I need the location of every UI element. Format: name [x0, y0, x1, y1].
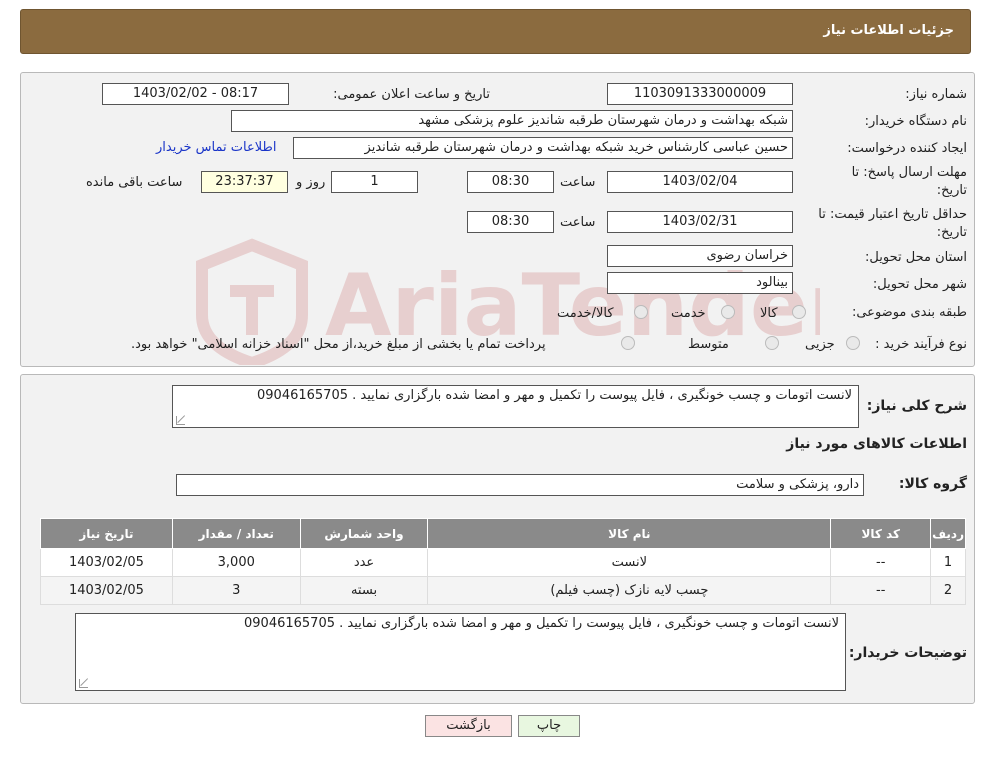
print-button[interactable]: چاپ: [518, 715, 580, 737]
buyer-org-label: نام دستگاه خریدار:: [864, 114, 967, 129]
resize-handle-icon[interactable]: [79, 679, 88, 688]
buyer-notes-textarea[interactable]: لانست اتومات و چسب خونگیری ، فایل پیوست …: [75, 613, 846, 691]
price-validity-date-label: تاریخ:: [936, 225, 967, 240]
purchase-process-label: نوع فرآیند خرید :: [875, 337, 967, 352]
category-service-label: خدمت: [671, 306, 706, 321]
cell-name: چسب لایه نازک (چسب فیلم): [427, 576, 832, 605]
goods-table: ردیف کد کالا نام کالا واحد شمارش تعداد /…: [40, 518, 966, 605]
response-deadline-label: مهلت ارسال پاسخ: تا: [851, 165, 967, 180]
goods-group-field: دارو، پزشکی و سلامت: [176, 474, 864, 496]
back-button[interactable]: بازگشت: [425, 715, 512, 737]
delivery-city-field: بینالود: [607, 272, 793, 294]
days-remaining-field: 1: [331, 171, 418, 193]
col-header-row: ردیف: [930, 518, 966, 549]
col-header-quantity: تعداد / مقدار: [171, 518, 301, 549]
cell-name: لانست: [427, 548, 832, 577]
price-validity-label: حداقل تاریخ اعتبار قیمت: تا: [818, 207, 967, 222]
buyer-contact-link[interactable]: اطلاعات تماس خریدار: [156, 140, 276, 155]
time-remaining-label: ساعت باقی مانده: [86, 175, 183, 190]
response-time-label: ساعت: [560, 175, 596, 190]
table-row: 1 -- لانست عدد 3,000 1403/02/05: [40, 548, 966, 577]
buyer-notes-label: توضیحات خریدار:: [848, 645, 967, 661]
price-validity-date: 1403/02/31: [607, 211, 793, 233]
cell-code: --: [830, 548, 932, 577]
delivery-province-label: استان محل تحویل:: [865, 250, 967, 265]
request-creator-field: حسین عباسی کارشناس خرید شبکه بهداشت و در…: [293, 137, 793, 159]
page-header: جزئیات اطلاعات نیاز: [20, 9, 971, 54]
announce-datetime-field: 1403/02/02 - 08:17: [102, 83, 289, 105]
resize-handle-icon[interactable]: [176, 416, 185, 425]
col-header-unit: واحد شمارش: [299, 518, 429, 549]
delivery-province-field: خراسان رضوی: [607, 245, 793, 267]
need-number-label: شماره نیاز:: [905, 87, 967, 102]
goods-group-label: گروه کالا:: [898, 476, 967, 492]
treasury-payment-note: پرداخت تمام یا بخشی از مبلغ خرید،از محل …: [131, 337, 546, 352]
delivery-city-label: شهر محل تحویل:: [872, 277, 967, 292]
table-row: 2 -- چسب لایه نازک (چسب فیلم) بسته 3 140…: [40, 576, 966, 605]
category-goods-service-label: کالا/خدمت: [557, 306, 614, 321]
cell-row: 2: [930, 576, 966, 605]
cell-need-date: 1403/02/05: [40, 576, 173, 605]
col-header-name: نام کالا: [427, 518, 832, 549]
goods-section-title: اطلاعات کالاهای مورد نیاز: [786, 436, 967, 452]
category-service-radio[interactable]: [721, 305, 735, 319]
buyer-notes-text: لانست اتومات و چسب خونگیری ، فایل پیوست …: [244, 616, 839, 631]
cell-unit: عدد: [299, 548, 429, 577]
need-summary-textarea[interactable]: لانست اتومات و چسب خونگیری ، فایل پیوست …: [172, 385, 859, 428]
response-deadline-date: 1403/02/04: [607, 171, 793, 193]
price-validity-time: 08:30: [467, 211, 554, 233]
process-medium-label: متوسط: [688, 337, 729, 352]
need-summary-text: لانست اتومات و چسب خونگیری ، فایل پیوست …: [257, 388, 852, 403]
process-medium-radio[interactable]: [765, 336, 779, 350]
cell-quantity: 3,000: [171, 548, 301, 577]
need-number-field: 1103091333000009: [607, 83, 793, 105]
cell-unit: بسته: [299, 576, 429, 605]
cell-need-date: 1403/02/05: [40, 548, 173, 577]
col-header-need-date: تاریخ نیاز: [40, 518, 173, 549]
buyer-org-field: شبکه بهداشت و درمان شهرستان طرقبه شاندیز…: [231, 110, 793, 132]
process-minor-label: جزیی: [805, 337, 835, 352]
cell-code: --: [830, 576, 932, 605]
cell-quantity: 3: [171, 576, 301, 605]
response-deadline-time: 08:30: [467, 171, 554, 193]
need-summary-label: شرح کلی نیاز:: [866, 398, 967, 414]
goods-table-header: ردیف کد کالا نام کالا واحد شمارش تعداد /…: [40, 518, 966, 549]
category-goods-radio[interactable]: [792, 305, 806, 319]
announce-datetime-label: تاریخ و ساعت اعلان عمومی:: [333, 87, 490, 102]
cell-row: 1: [930, 548, 966, 577]
process-minor-radio[interactable]: [846, 336, 860, 350]
category-goods-label: کالا: [760, 306, 778, 321]
request-creator-label: ایجاد کننده درخواست:: [847, 141, 967, 156]
treasury-payment-checkbox[interactable]: [621, 336, 635, 350]
subject-category-label: طبقه بندی موضوعی:: [851, 305, 967, 320]
page-title: جزئیات اطلاعات نیاز: [823, 23, 954, 38]
validity-time-label: ساعت: [560, 215, 596, 230]
days-label: روز و: [296, 175, 326, 190]
time-remaining-field: 23:37:37: [201, 171, 288, 193]
col-header-code: کد کالا: [830, 518, 932, 549]
response-deadline-date-label: تاریخ:: [936, 183, 967, 198]
category-goods-service-radio[interactable]: [634, 305, 648, 319]
